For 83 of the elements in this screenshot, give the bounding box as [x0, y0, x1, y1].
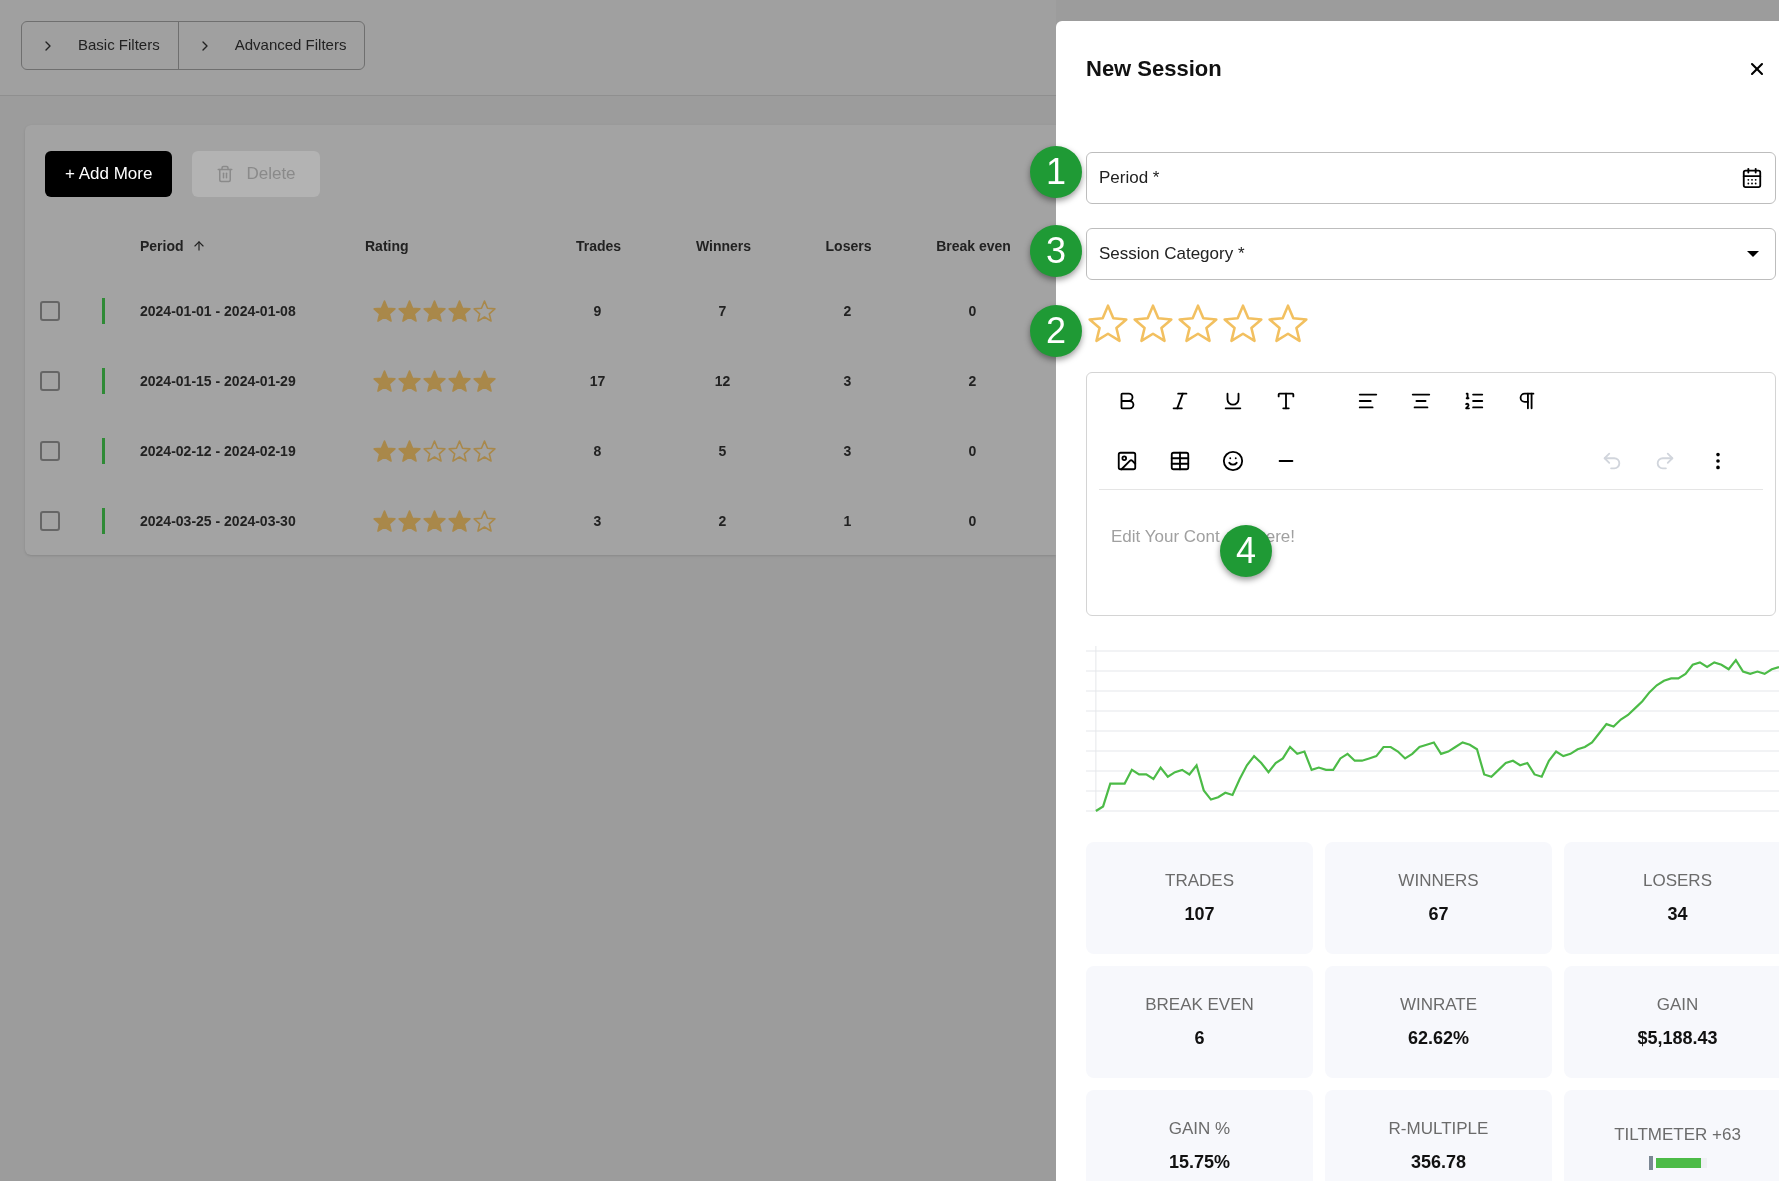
stat-value: $5,188.43: [1637, 1027, 1718, 1051]
table-cell-text: 3: [843, 441, 852, 461]
filter-toggle[interactable]: Advanced Filters: [177, 22, 365, 69]
editor-placeholder: Edit Your Cont: [1111, 526, 1220, 548]
star-icon: [447, 508, 472, 534]
stat-label: WINRATE: [1399, 993, 1478, 1016]
period-cell-text: 2024-02-12 - 2024-02-19: [140, 441, 297, 461]
star-icon: [397, 508, 422, 534]
filter-toggle[interactable]: Basic Filters: [22, 22, 178, 69]
star-icon: [422, 368, 447, 394]
add-more-button[interactable]: + Add More: [45, 151, 173, 197]
period-cell-text: 2024-01-15 - 2024-01-29: [140, 371, 297, 391]
category-select[interactable]: Session Category *: [1086, 228, 1776, 280]
stat-label: BREAK EVEN: [1145, 993, 1254, 1016]
period-input[interactable]: Period *: [1099, 165, 1741, 191]
star-icon: [472, 508, 497, 534]
table-cell-text: 9: [593, 301, 602, 321]
table-cell-text: 8: [593, 441, 602, 461]
table-cell-text: 0: [968, 301, 977, 321]
star-icon: [422, 508, 447, 534]
row-checkbox[interactable]: [40, 301, 60, 321]
table-cell-text: 2: [718, 511, 727, 531]
status-bar: [102, 508, 105, 534]
column-header[interactable]: Break even: [936, 235, 1011, 257]
calendar-icon[interactable]: [1741, 167, 1763, 189]
column-header[interactable]: Losers: [825, 235, 872, 257]
period-field[interactable]: Period *: [1086, 152, 1776, 204]
stat-value: 356.78: [1410, 1151, 1467, 1175]
column-header[interactable]: Trades: [575, 235, 622, 257]
stat-label: R-MULTIPLE: [1388, 1117, 1489, 1140]
stat-label: GAIN %: [1168, 1117, 1231, 1140]
stat-value: 67: [1428, 903, 1449, 927]
star-icon: [372, 368, 397, 394]
star-icon: [397, 298, 422, 324]
star-icon: [447, 438, 472, 464]
star-icon: [372, 298, 397, 324]
period-cell-text: 2024-03-25 - 2024-03-30: [140, 511, 297, 531]
table-cell-text: 3: [843, 371, 852, 391]
stat-label: TILTMETER +63: [1614, 1124, 1741, 1147]
status-bar: [102, 368, 105, 394]
star-icon: [472, 438, 497, 464]
status-bar: [102, 298, 105, 324]
caret-icon: [1747, 251, 1759, 257]
period-cell-text: 2024-01-01 - 2024-01-08: [140, 301, 297, 321]
column-header[interactable]: Winners: [695, 235, 752, 257]
table-cell-text: 2: [968, 371, 977, 391]
stat-value: 62.62%: [1407, 1027, 1470, 1051]
meter-tick: [1648, 1155, 1653, 1170]
table-cell-text: 12: [714, 371, 731, 391]
stat-label: TRADES: [1165, 869, 1234, 892]
stat-value: 6: [1194, 1027, 1205, 1051]
star-icon: [447, 368, 472, 394]
star-icon: [422, 298, 447, 324]
star-icon: [372, 438, 397, 464]
column-header[interactable]: Period: [140, 235, 184, 257]
stat-value: 15.75%: [1168, 1151, 1231, 1175]
table-cell-text: 2: [843, 301, 852, 321]
table-cell-text: 7: [718, 301, 727, 321]
row-checkbox[interactable]: [40, 441, 60, 461]
dialog-title: New Session: [1086, 55, 1222, 83]
trash-icon: [216, 165, 235, 183]
stat-label: GAIN: [1656, 993, 1699, 1016]
table-cell-text: 1: [843, 511, 852, 531]
row-checkbox[interactable]: [40, 511, 60, 531]
star-icon: [422, 438, 447, 464]
stat-value: 107: [1184, 903, 1215, 927]
star-icon: [447, 298, 472, 324]
row-checkbox[interactable]: [40, 371, 60, 391]
star-icon: [397, 438, 422, 464]
status-bar: [102, 438, 105, 464]
table-cell-text: 0: [968, 441, 977, 461]
stat-value: 34: [1667, 903, 1688, 927]
table-cell-text: 0: [968, 511, 977, 531]
table-cell-text: 5: [718, 441, 727, 461]
star-icon: [397, 368, 422, 394]
stat-label: WINNERS: [1398, 869, 1479, 892]
star-icon: [472, 368, 497, 394]
star-icon: [372, 508, 397, 534]
table-cell-text: 3: [593, 511, 602, 531]
table-cell-text: 17: [589, 371, 606, 391]
column-header[interactable]: Rating: [365, 235, 409, 257]
stat-label: LOSERS: [1643, 869, 1712, 892]
star-icon: [472, 298, 497, 324]
